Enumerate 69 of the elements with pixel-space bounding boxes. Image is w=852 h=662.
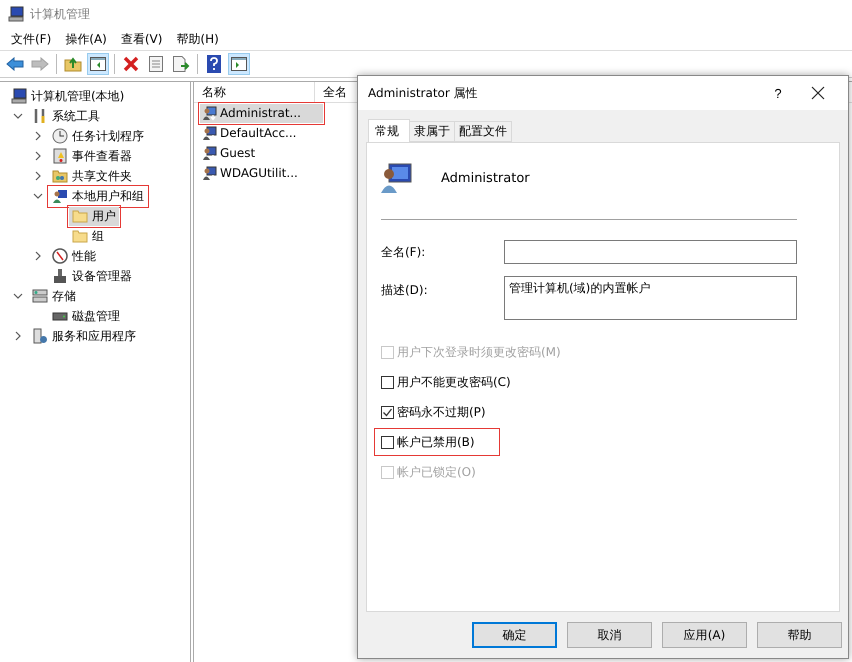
log-book-icon — [52, 148, 68, 164]
user-row[interactable]: Guest — [200, 144, 278, 162]
tree-item[interactable]: 磁盘管理 — [49, 306, 123, 326]
tree-item[interactable]: 性能 — [49, 246, 99, 266]
tree-item[interactable]: 共享文件夹 — [49, 166, 135, 186]
menu-item[interactable]: 文件(F) — [4, 28, 58, 50]
gauge-icon — [52, 248, 68, 264]
tree-item[interactable]: 服务和应用程序 — [29, 326, 139, 346]
pane-icon — [231, 57, 247, 71]
checkbox[interactable]: 密码永不过期(P) — [381, 402, 486, 422]
help-button[interactable]: ? — [758, 78, 798, 108]
user-row[interactable]: WDAGUtilit... — [200, 164, 320, 182]
device-icon — [52, 268, 68, 284]
dialog-button[interactable]: 帮助 — [757, 622, 842, 648]
menu-item[interactable]: 帮助(H) — [169, 28, 226, 50]
user-computer-icon — [381, 162, 413, 194]
pane-icon — [90, 57, 106, 71]
user-row[interactable]: DefaultAcc... — [200, 124, 318, 142]
services-icon — [32, 328, 48, 344]
field-label: 全名(F): — [381, 244, 426, 260]
checkbox[interactable]: 用户不能更改密码(C) — [381, 372, 511, 392]
menu-item[interactable]: 查看(V) — [114, 28, 170, 50]
user-icon — [202, 106, 217, 120]
tree-item[interactable]: 计算机管理(本地) — [8, 86, 128, 106]
properties-icon — [149, 56, 163, 72]
folder-icon — [72, 228, 88, 244]
back-arrow-icon — [6, 57, 24, 71]
menu-item[interactable]: 操作(A) — [58, 28, 114, 50]
close-icon — [811, 86, 825, 100]
field-label: 描述(D): — [381, 282, 429, 299]
computer-icon — [8, 6, 24, 22]
help-icon — [207, 55, 221, 73]
tree-item[interactable]: 任务计划程序 — [49, 126, 147, 146]
window-title: 计算机管理 — [30, 6, 90, 22]
user-row[interactable]: Administrat... — [200, 104, 323, 122]
toolbar-button[interactable] — [228, 53, 250, 75]
tree-item[interactable]: 用户 — [69, 206, 119, 226]
clock-icon — [52, 128, 68, 144]
check-icon — [382, 406, 393, 418]
dialog-button[interactable]: 取消 — [567, 622, 652, 648]
users-icon — [52, 188, 68, 204]
tree-item[interactable]: 组 — [69, 226, 107, 246]
tab[interactable]: 配置文件 — [454, 121, 512, 142]
dialog-button[interactable]: 应用(A) — [662, 622, 747, 648]
export-icon — [172, 56, 190, 72]
checkbox[interactable]: 帐户已禁用(B) — [381, 432, 475, 452]
dialog-button[interactable]: 确定 — [472, 622, 557, 648]
forward-arrow-icon — [31, 57, 49, 71]
tree-item[interactable]: 本地用户和组 — [49, 186, 147, 206]
full-name-field[interactable] — [504, 240, 797, 264]
computer-icon — [11, 88, 27, 104]
user-icon — [202, 146, 217, 160]
tab[interactable]: 常规 — [368, 119, 410, 142]
toolbar-button[interactable] — [87, 53, 109, 75]
user-icon — [202, 126, 217, 140]
user-name: Administrator — [441, 170, 530, 186]
shared-folder-icon — [52, 168, 68, 184]
delete-icon — [123, 56, 139, 72]
description-field[interactable]: 管理计算机(域)的内置帐户 — [504, 276, 797, 320]
tree-item[interactable]: 事件查看器 — [49, 146, 135, 166]
tree-item[interactable]: 系统工具 — [29, 106, 103, 126]
toolbar-button[interactable] — [170, 53, 192, 75]
tree-item[interactable]: 设备管理器 — [49, 266, 135, 286]
user-icon — [202, 166, 217, 180]
tree-item[interactable]: 存储 — [29, 286, 79, 306]
tab[interactable]: 隶属于 — [409, 121, 455, 142]
folder-icon — [72, 208, 88, 224]
folder-up-icon — [64, 56, 82, 72]
storage-icon — [32, 288, 48, 304]
